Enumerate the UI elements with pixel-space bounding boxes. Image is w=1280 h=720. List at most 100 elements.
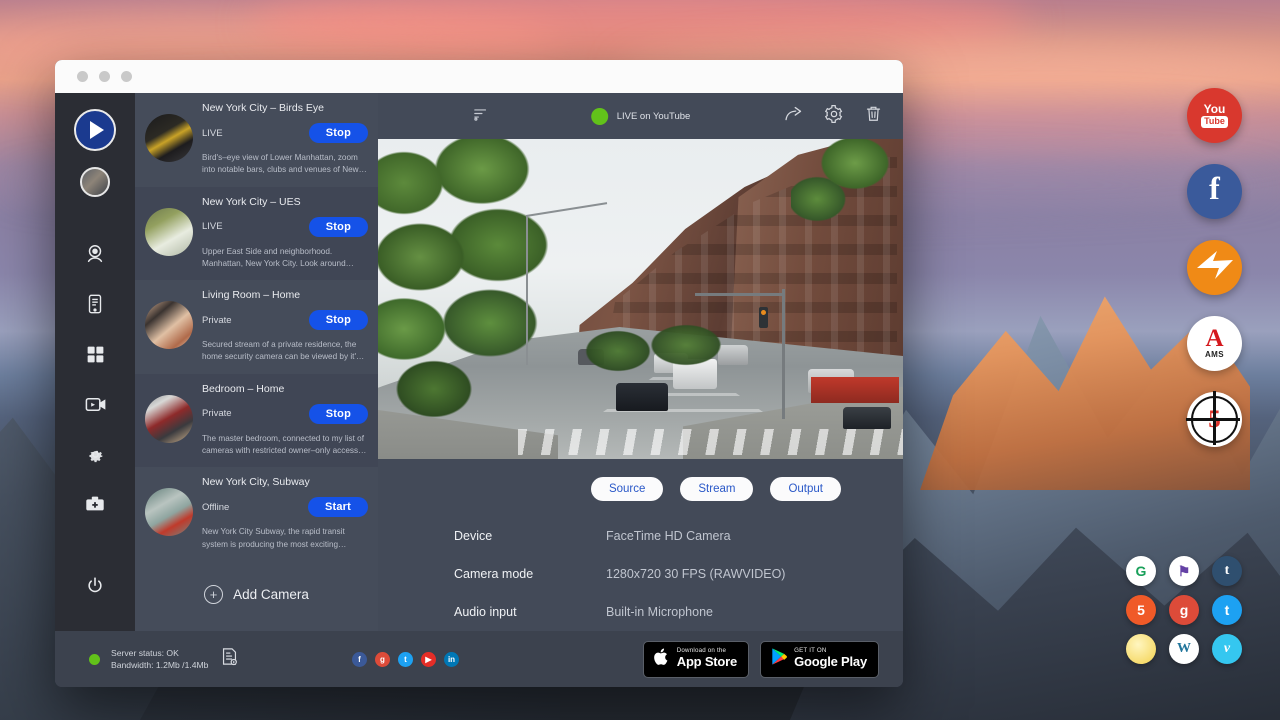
google-plus-icon[interactable]: g [375,652,390,667]
document-info-icon[interactable] [221,647,238,671]
twitch-icon[interactable]: ⚑ [1169,556,1199,586]
google-play-badge[interactable]: GET IT ON Google Play [760,641,879,678]
grid-icon [85,344,106,365]
google-play-text: GET IT ON Google Play [794,648,867,669]
twitter-icon[interactable]: t [398,652,413,667]
app-store-badge[interactable]: Download on the App Store [643,641,749,678]
sun-icon[interactable] [1126,634,1156,664]
add-camera-button[interactable]: + Add Camera [135,561,378,614]
trees-left [378,139,574,423]
info-value[interactable]: Built-in Microphone [606,605,713,619]
desktop-wallpaper: New York City – Birds Eye LIVE Stop Bird… [0,0,1280,720]
adobe-a-icon: A [1205,328,1223,349]
window-body: New York City – Birds Eye LIVE Stop Bird… [55,93,903,631]
facebook-icon[interactable]: f [352,652,367,667]
twitter-icon[interactable]: t [1212,595,1242,625]
info-label: Camera mode [454,567,606,581]
tumblr-icon[interactable]: t [1212,556,1242,586]
gear-icon [85,444,106,465]
camera-toggle-button[interactable]: Stop [309,217,368,237]
avatar[interactable] [80,167,110,197]
grasshopper-icon[interactable]: G [1126,556,1156,586]
sidebar-item-broadcasts[interactable] [72,381,118,427]
sidebar-item-cameras[interactable] [72,231,118,277]
camera-description: New York City Subway, the rapid transit … [202,526,368,551]
gear-icon[interactable] [824,104,844,129]
apple-logo-icon [653,647,670,672]
wowza-desktop-icon[interactable] [1187,240,1242,295]
tab-source[interactable]: Source [591,477,663,501]
camera-list-item[interactable]: New York City – UES LIVE Stop Upper East… [135,187,378,281]
info-value[interactable]: FaceTime HD Camera [606,529,731,543]
desktop-icon-grid: G ⚑ t 5 g t W v [1126,556,1246,664]
status-text-block: Server status: OK Bandwidth: 1.2Mb /1.4M… [111,647,208,672]
add-camera-label: Add Camera [233,587,309,602]
info-value[interactable]: 1280x720 30 FPS (RAWVIDEO) [606,567,785,581]
vimeo-icon[interactable]: v [1212,634,1242,664]
tree-right [791,139,903,249]
crosswalk [518,429,903,455]
first-aid-icon [84,493,106,515]
vehicle [843,407,891,429]
sidebar-rail [55,93,135,631]
status-indicator-dot [89,654,100,665]
google-plus-icon[interactable]: g [1169,595,1199,625]
power-button[interactable] [72,563,118,609]
traffic-pole [782,289,785,419]
sidebar-item-dashboard[interactable] [72,331,118,377]
video-player-icon [84,393,107,416]
camera-toggle-button[interactable]: Stop [309,404,368,424]
webcam-icon [84,243,106,265]
info-row-audio-input: Audio input Built-in Microphone [454,605,903,619]
power-icon [85,576,105,596]
lightning-bolt-icon [1195,248,1235,287]
info-row-device: Device FaceTime HD Camera [454,529,903,543]
main-header: LIVE on YouTube [378,93,903,139]
sort-filter-icon[interactable] [472,105,489,127]
maximize-button[interactable] [121,71,132,82]
header-actions [783,103,889,129]
camera-list-item[interactable]: Bedroom – Home Private Stop The master b… [135,374,378,468]
share-icon[interactable] [783,103,804,129]
tab-stream[interactable]: Stream [680,477,753,501]
camera-info: New York City – Birds Eye LIVE Stop Bird… [202,102,368,177]
camera-status-row: Private Stop [202,404,368,424]
close-button[interactable] [77,71,88,82]
sidebar-item-support[interactable] [72,481,118,527]
info-label: Device [454,529,606,543]
camera-status-row: LIVE Stop [202,123,368,143]
trash-icon[interactable] [864,104,883,128]
social-links: f g t ▶ in [352,652,459,667]
minimize-button[interactable] [99,71,110,82]
app-logo[interactable] [74,109,116,151]
linkedin-icon[interactable]: in [444,652,459,667]
camera-status: Private [202,315,232,326]
cloud-streak [250,0,1030,62]
camera-list-panel[interactable]: New York City – Birds Eye LIVE Stop Bird… [135,93,378,631]
camera-thumbnail [145,301,193,349]
app-store-text: Download on the App Store [677,648,737,669]
camera-toggle-button[interactable]: Start [308,497,368,517]
server-status-group: Server status: OK Bandwidth: 1.2Mb /1.4M… [71,647,314,672]
camera-status: LIVE [202,128,223,139]
adobe-ams-desktop-icon[interactable]: A AMS [1187,316,1242,371]
camera-list-item[interactable]: New York City – Birds Eye LIVE Stop Bird… [135,93,378,187]
facebook-desktop-icon[interactable]: f [1187,164,1242,219]
ams-label: AMS [1205,350,1224,359]
camera-list-item[interactable]: Living Room – Home Private Stop Secured … [135,280,378,374]
five-target-desktop-icon[interactable]: 5 [1187,392,1242,447]
desktop-icon-column: You Tube f A AMS 5 [1187,88,1242,447]
camera-toggle-button[interactable]: Stop [309,123,368,143]
tab-output[interactable]: Output [770,477,841,501]
youtube-line1: You [1204,103,1226,115]
five-icon[interactable]: 5 [1126,595,1156,625]
youtube-icon[interactable]: ▶ [421,652,436,667]
wordpress-icon[interactable]: W [1169,634,1199,664]
info-label: Audio input [454,605,606,619]
camera-toggle-button[interactable]: Stop [309,310,368,330]
camera-list-item[interactable]: New York City, Subway Offline Start New … [135,467,378,561]
sidebar-item-settings[interactable] [72,431,118,477]
sidebar-item-devices[interactable] [72,281,118,327]
video-preview[interactable] [378,139,903,459]
youtube-desktop-icon[interactable]: You Tube [1187,88,1242,143]
